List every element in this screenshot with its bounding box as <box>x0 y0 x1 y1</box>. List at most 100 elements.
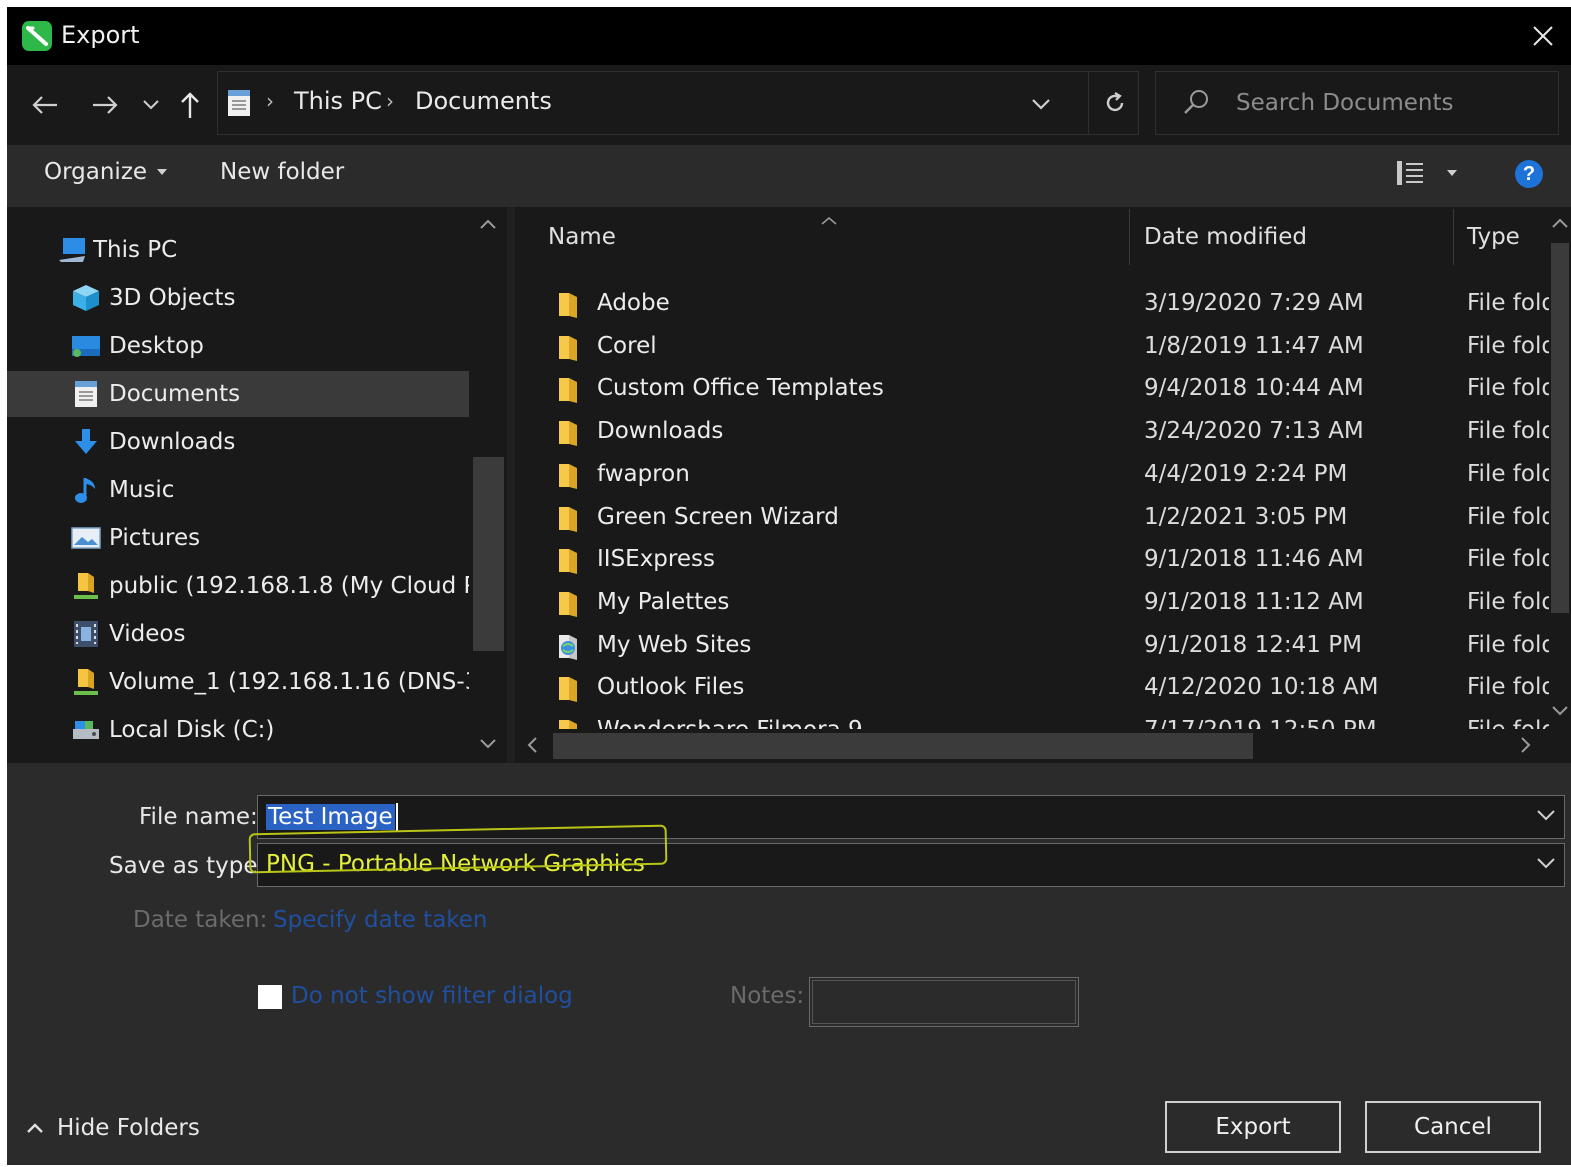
scroll-down-icon[interactable] <box>1551 705 1569 717</box>
column-header-type[interactable]: Type <box>1467 207 1547 267</box>
nav-item-downloads[interactable]: Downloads <box>7 419 469 465</box>
folder-icon <box>555 546 583 576</box>
file-type: File fold <box>1467 375 1549 402</box>
change-view-button[interactable] <box>1395 159 1457 187</box>
date-taken-label: Date taken: <box>133 907 268 933</box>
file-name: Green Screen Wizard <box>597 503 839 530</box>
export-button[interactable]: Export <box>1165 1101 1341 1153</box>
nav-item-pictures[interactable]: Pictures <box>7 515 469 561</box>
scroll-up-icon[interactable] <box>1551 217 1569 229</box>
scroll-down-icon[interactable] <box>478 737 498 751</box>
chevron-down-icon[interactable] <box>1536 854 1556 873</box>
file-row[interactable]: fwapron 4/4/2019 2:24 PM File fold <box>515 455 1549 498</box>
nav-item-this-pc[interactable]: This PC <box>7 227 469 273</box>
file-list: Name Date modified Type Adobe 3/19/2020 7… <box>515 207 1571 763</box>
chevron-down-icon <box>1032 99 1050 110</box>
file-date-modified: 1/8/2019 11:47 AM <box>1144 332 1364 359</box>
document-icon <box>226 88 252 118</box>
do-not-show-filter-label[interactable]: Do not show filter dialog <box>291 983 573 1009</box>
breadcrumb-documents[interactable]: Documents <box>415 87 552 115</box>
new-folder-button[interactable]: New folder <box>220 159 344 185</box>
breadcrumb-this-pc[interactable]: This PC <box>294 87 382 115</box>
close-button[interactable] <box>1515 7 1571 65</box>
nav-pane-scrollbar[interactable] <box>470 207 507 763</box>
specify-date-taken-link[interactable]: Specify date taken <box>273 907 488 933</box>
caret-down-icon <box>157 169 168 175</box>
file-list-horizontal-scrollbar[interactable] <box>515 729 1549 763</box>
hide-folders-button[interactable]: Hide Folders <box>25 1115 200 1141</box>
column-divider[interactable] <box>1453 209 1454 265</box>
arrow-right-icon <box>93 96 118 114</box>
recent-locations-button[interactable] <box>139 85 163 125</box>
nav-item-desktop[interactable]: Desktop <box>7 323 469 369</box>
file-name: fwapron <box>597 460 690 487</box>
notes-label: Notes: <box>730 983 805 1009</box>
nav-item-videos[interactable]: Videos <box>7 611 469 657</box>
file-name-value[interactable]: Test Image <box>266 803 395 830</box>
file-name: Corel <box>597 332 657 359</box>
refresh-icon <box>1106 92 1123 112</box>
file-row[interactable]: Adobe 3/19/2020 7:29 AM File fold <box>515 284 1549 327</box>
up-button[interactable] <box>175 85 205 125</box>
folder-icon <box>555 674 583 704</box>
organize-button[interactable]: Organize <box>44 159 168 185</box>
document-icon <box>71 379 101 409</box>
file-row[interactable]: Outlook Files 4/12/2020 10:18 AM File fold <box>515 668 1549 711</box>
folder-icon <box>555 418 583 448</box>
scrollbar-thumb[interactable] <box>553 733 1253 759</box>
file-row[interactable]: Green Screen Wizard 1/2/2021 3:05 PM File … <box>515 498 1549 541</box>
file-name-label: File name: <box>139 804 258 830</box>
folder-icon <box>555 504 583 534</box>
nav-item-volume-network[interactable]: Volume_1 (192.168.1.16 (DNS-321 <box>7 659 469 705</box>
column-header-date-modified[interactable]: Date modified <box>1144 207 1444 267</box>
file-list-vertical-scrollbar[interactable] <box>1549 207 1571 733</box>
file-row[interactable]: My Web Sites 9/1/2018 12:41 PM File fold <box>515 626 1549 669</box>
help-button[interactable]: ? <box>1515 160 1543 188</box>
file-type: File fold <box>1467 332 1549 359</box>
file-name: IISExpress <box>597 546 715 573</box>
film-icon <box>71 619 101 649</box>
search-input[interactable]: Search Documents <box>1236 90 1453 116</box>
nav-item-3d-objects[interactable]: 3D Objects <box>7 275 469 321</box>
save-as-type-label: Save as type: <box>109 853 266 879</box>
search-box[interactable]: Search Documents <box>1155 71 1559 135</box>
scroll-right-icon[interactable] <box>1519 735 1533 755</box>
file-row[interactable]: Custom Office Templates 9/4/2018 10:44 AM… <box>515 369 1549 412</box>
scrollbar-thumb[interactable] <box>473 457 504 651</box>
file-type: File fold <box>1467 290 1549 316</box>
address-bar[interactable]: › This PC › Documents <box>217 71 1139 135</box>
back-button[interactable] <box>27 85 63 125</box>
organize-label: Organize <box>44 159 148 185</box>
cube-icon <box>71 283 101 313</box>
nav-item-documents[interactable]: Documents <box>7 371 469 417</box>
file-date-modified: 4/4/2019 2:24 PM <box>1144 460 1348 487</box>
file-name: Downloads <box>597 418 724 445</box>
notes-input[interactable] <box>809 977 1079 1027</box>
file-name: Outlook Files <box>597 674 745 701</box>
column-header-name[interactable]: Name <box>548 207 1128 267</box>
chevron-down-icon <box>143 100 159 110</box>
export-dialog: Export › This PC › Documents Search Docu… <box>7 7 1571 1165</box>
file-date-modified: 9/1/2018 12:41 PM <box>1144 631 1362 658</box>
forward-button[interactable] <box>87 85 123 125</box>
scroll-left-icon[interactable] <box>525 735 539 755</box>
cancel-button[interactable]: Cancel <box>1365 1101 1541 1153</box>
do-not-show-filter-checkbox[interactable] <box>258 985 282 1009</box>
caret-down-icon <box>1447 170 1457 176</box>
scroll-up-icon[interactable] <box>478 217 498 231</box>
file-row[interactable]: My Palettes 9/1/2018 11:12 AM File fold <box>515 583 1549 626</box>
pane-splitter[interactable] <box>507 207 515 763</box>
nav-item-music[interactable]: Music <box>7 467 469 513</box>
scrollbar-thumb[interactable] <box>1551 243 1569 613</box>
address-history-dropdown[interactable] <box>1026 88 1056 120</box>
nav-item-local-disk[interactable]: Local Disk (C:) <box>7 707 469 753</box>
refresh-button[interactable] <box>1088 72 1140 134</box>
file-row[interactable]: IISExpress 9/1/2018 11:46 AM File fold <box>515 540 1549 583</box>
file-name: My Web Sites <box>597 631 752 658</box>
file-row[interactable]: Downloads 3/24/2020 7:13 AM File fold <box>515 412 1549 455</box>
chevron-down-icon[interactable] <box>1536 806 1556 825</box>
column-divider[interactable] <box>1129 209 1130 265</box>
file-row[interactable]: Corel 1/8/2019 11:47 AM File fold <box>515 327 1549 370</box>
nav-item-public-network[interactable]: public (192.168.1.8 (My Cloud Pro <box>7 563 469 609</box>
file-name: Adobe <box>597 290 670 316</box>
